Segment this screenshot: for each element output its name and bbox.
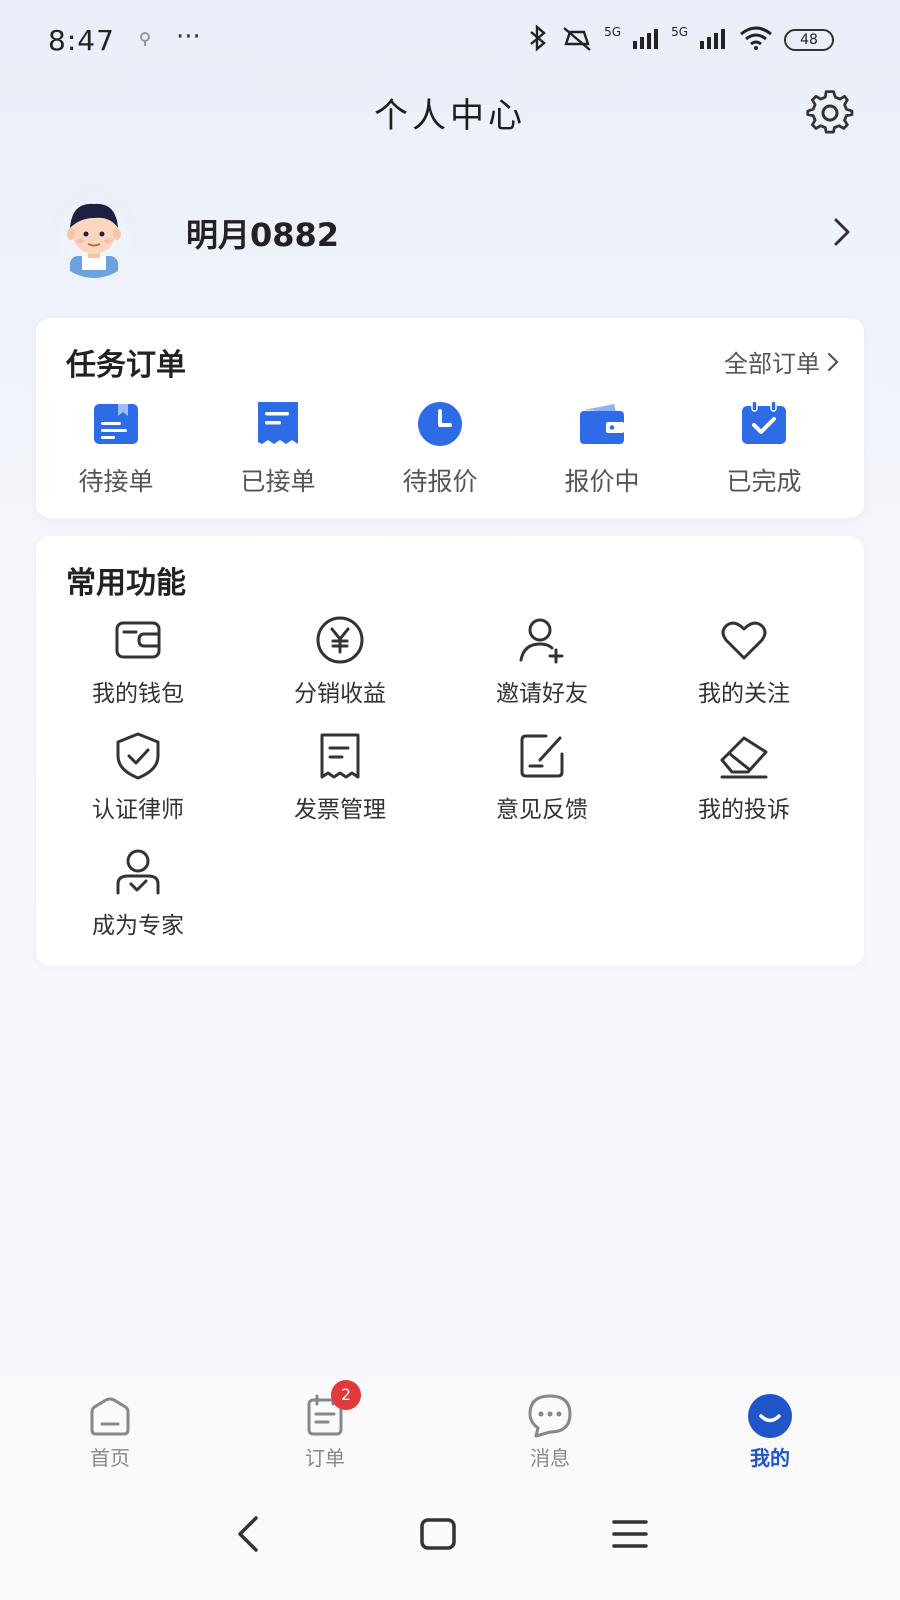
order-item-completed[interactable]: 已完成	[694, 398, 834, 508]
order-item-pending[interactable]: 待接单	[46, 398, 186, 508]
username: 明月0882	[186, 216, 340, 254]
tab-home[interactable]: 首页	[50, 1392, 170, 1482]
status-time: 8:47	[48, 24, 115, 57]
invoice-icon	[314, 730, 366, 782]
func-item-label: 我的投诉	[698, 797, 790, 823]
clock-icon	[414, 398, 466, 450]
func-item-label: 意见反馈	[496, 797, 588, 823]
shield-check-icon	[112, 730, 164, 782]
order-item-label: 报价中	[564, 467, 640, 496]
page-title: 个人中心	[374, 96, 526, 136]
wifi-icon	[738, 25, 774, 55]
tab-label: 首页	[90, 1446, 130, 1470]
heart-icon	[718, 614, 770, 666]
func-item-label: 我的关注	[698, 681, 790, 707]
func-item-invite[interactable]: 邀请好友	[442, 614, 642, 714]
func-item-become-expert[interactable]: 成为专家	[38, 846, 238, 946]
mute-icon	[560, 24, 594, 56]
menu-icon[interactable]	[600, 1504, 660, 1564]
order-item-accepted[interactable]: 已接单	[208, 398, 348, 508]
wallet-outline-icon	[112, 614, 164, 666]
eraser-icon	[718, 730, 770, 782]
add-user-icon	[516, 614, 568, 666]
calendar-check-icon	[738, 398, 790, 450]
profile-row[interactable]: 明月0882	[50, 190, 870, 280]
tab-me[interactable]: 我的	[710, 1392, 830, 1482]
tab-label: 消息	[530, 1446, 570, 1470]
func-item-distribution[interactable]: 分销收益	[240, 614, 440, 714]
func-item-label: 发票管理	[294, 797, 386, 823]
func-item-label: 认证律师	[92, 797, 184, 823]
func-item-label: 分销收益	[294, 681, 386, 707]
wallet-icon	[576, 398, 628, 450]
orders-title: 任务订单	[66, 348, 186, 383]
order-count-badge: 2	[331, 1380, 361, 1410]
func-item-feedback[interactable]: 意见反馈	[442, 730, 642, 830]
functions-card: 常用功能 我的钱包 分销收益 邀请好友 我的关注 认证律师 发票管理 意见反馈 …	[36, 536, 864, 966]
network-label: 5G	[604, 25, 622, 39]
battery-indicator: 48	[784, 29, 834, 51]
profile-smile-icon	[746, 1392, 794, 1440]
pending-order-icon	[90, 398, 142, 450]
home-square-icon[interactable]	[408, 1504, 468, 1564]
system-nav-bar	[0, 1482, 900, 1600]
signal-icon	[631, 27, 661, 53]
order-list-icon: 2	[301, 1380, 361, 1440]
signal-icon	[698, 27, 728, 53]
message-icon	[526, 1392, 574, 1440]
func-item-invoice[interactable]: 发票管理	[240, 730, 440, 830]
yen-icon	[314, 614, 366, 666]
func-item-certify-lawyer[interactable]: 认证律师	[38, 730, 238, 830]
order-item-label: 已接单	[240, 467, 316, 496]
gear-icon[interactable]	[805, 88, 855, 138]
order-item-quoting[interactable]: 报价中	[532, 398, 672, 508]
order-item-label: 待接单	[78, 467, 154, 496]
all-orders-link[interactable]: 全部订单	[724, 344, 840, 379]
tab-messages[interactable]: 消息	[490, 1392, 610, 1482]
location-icon	[138, 30, 152, 52]
avatar[interactable]	[50, 190, 138, 278]
orders-card: 任务订单 全部订单 待接单 已接单 待报价 报价中 已完成	[36, 318, 864, 518]
accepted-order-icon	[252, 398, 304, 450]
chevron-right-icon[interactable]	[830, 214, 854, 254]
order-item-label: 已完成	[726, 467, 802, 496]
network-label: 5G	[671, 25, 688, 39]
tab-label: 订单	[305, 1446, 345, 1470]
order-item-label: 待报价	[402, 467, 478, 496]
order-item-awaiting-quote[interactable]: 待报价	[370, 398, 510, 508]
func-item-label: 成为专家	[92, 913, 184, 939]
expert-user-icon	[112, 846, 164, 898]
back-icon[interactable]	[220, 1504, 280, 1564]
func-item-follow[interactable]: 我的关注	[644, 614, 844, 714]
func-item-label: 邀请好友	[496, 681, 588, 707]
chevron-right-icon	[827, 352, 839, 371]
home-icon	[86, 1392, 134, 1440]
bottom-nav: 首页 2 订单 消息 我的	[0, 1380, 900, 1482]
func-item-wallet[interactable]: 我的钱包	[38, 614, 238, 714]
tab-label: 我的	[750, 1446, 790, 1470]
tab-orders[interactable]: 2 订单	[265, 1380, 385, 1482]
feedback-edit-icon	[516, 730, 568, 782]
status-bar: 8:47 ··· 5G 5G 48	[0, 0, 900, 80]
func-item-label: 我的钱包	[92, 681, 184, 707]
bluetooth-icon	[526, 24, 550, 56]
func-item-complaint[interactable]: 我的投诉	[644, 730, 844, 830]
functions-title: 常用功能	[66, 566, 186, 601]
all-orders-label: 全部订单	[724, 350, 820, 378]
more-dots-icon: ···	[176, 22, 201, 52]
status-icons: 5G 5G 48	[526, 24, 834, 56]
